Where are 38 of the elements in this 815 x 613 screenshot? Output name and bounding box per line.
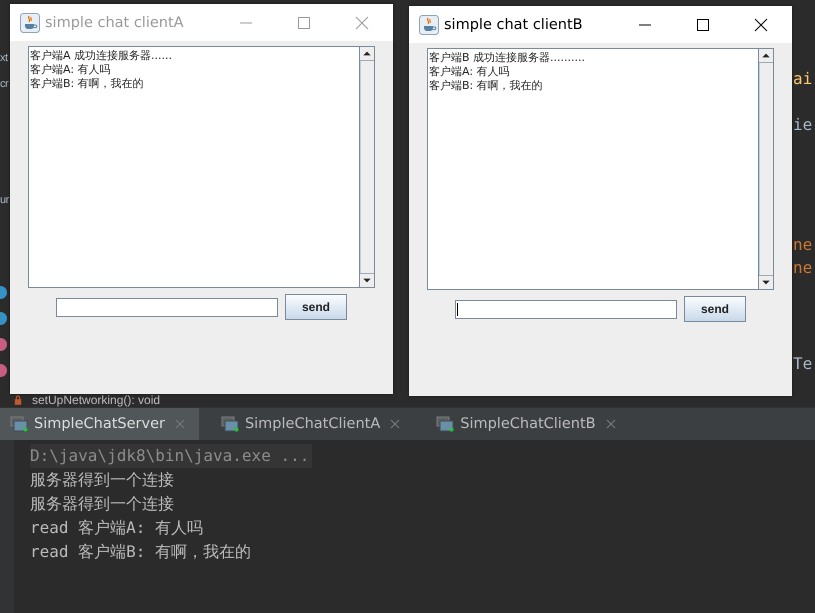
console-line: read 客户端B: 有啊，我在的: [30, 541, 252, 563]
run-tab[interactable]: SimpleChatClientA: [210, 408, 414, 440]
code-fragment: xt: [0, 52, 8, 65]
message-field[interactable]: [56, 298, 278, 316]
code-fragment: ai: [793, 70, 812, 88]
run-tab[interactable]: SimpleChatClientB: [426, 408, 630, 440]
console-line: 服务器得到一个连接: [30, 493, 174, 515]
coffee-cup-icon: [20, 12, 40, 32]
chat-message: 客户端A 成功连接服务器......: [30, 49, 174, 63]
window-title: simple chat clientB: [444, 16, 583, 32]
console-line: 服务器得到一个连接: [30, 469, 174, 491]
chat-message: 客户端B: 有啊，我在的: [30, 77, 145, 91]
console-window-icon: [220, 416, 239, 432]
run-tab[interactable]: SimpleChatServer: [0, 408, 199, 440]
console-window-icon: [436, 416, 454, 432]
code-fragment: ne: [793, 236, 812, 254]
window-title: simple chat clientA: [45, 14, 184, 30]
chat-message: 客户端A: 有人吗: [30, 63, 112, 77]
chat-message: 客户端B: 有啊，我在的: [429, 79, 544, 93]
code-fragment: ne: [793, 259, 812, 277]
scrollbar[interactable]: [758, 49, 773, 289]
lock-icon: [14, 395, 22, 405]
code-fragment: ur: [0, 194, 9, 207]
send-button[interactable]: send: [684, 296, 746, 322]
console-window-icon: [10, 416, 28, 432]
coffee-cup-icon: [419, 14, 439, 34]
scrollbar[interactable]: [359, 47, 374, 287]
code-fragment: cr: [0, 78, 8, 91]
close-icon[interactable]: [754, 18, 768, 32]
code-fragment: Te: [793, 355, 812, 373]
structure-item[interactable]: setUpNetworking(): void: [32, 394, 160, 406]
code-fragment: ie: [793, 116, 812, 134]
message-field[interactable]: [455, 300, 677, 318]
console-line: read 客户端A: 有人吗: [30, 517, 204, 539]
chat-message: 客户端B 成功连接服务器..........: [429, 51, 586, 65]
chat-message: 客户端A: 有人吗: [429, 65, 511, 79]
send-button[interactable]: send: [285, 294, 347, 320]
maximize-icon[interactable]: [696, 18, 710, 32]
